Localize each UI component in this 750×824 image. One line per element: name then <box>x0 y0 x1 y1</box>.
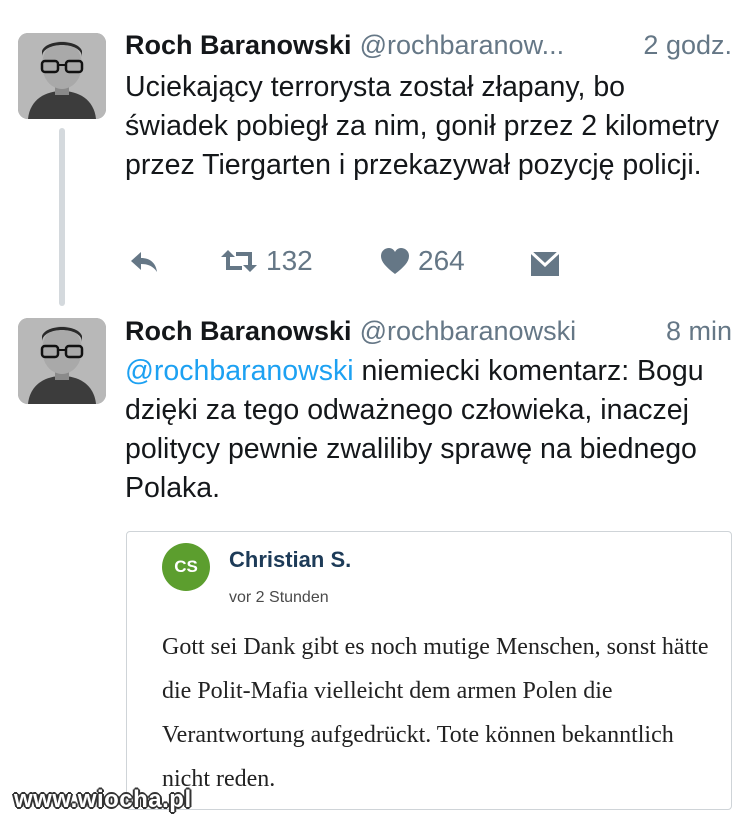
author-handle[interactable]: @rochbaranowski <box>360 316 577 346</box>
commenter-name: Christian S. <box>229 547 352 572</box>
tweet-2[interactable]: Roch Baranowski @rochbaranowski 8 min @ro… <box>0 0 750 824</box>
comment-text: Gott sei Dank gibt es noch mutige Mensch… <box>162 634 709 792</box>
tweet-header: Roch Baranowski @rochbaranowski 8 min <box>125 313 732 349</box>
author-name[interactable]: Roch Baranowski <box>125 316 352 346</box>
tweet-text: @rochbaranowski niemiecki komentarz: Bog… <box>125 352 735 508</box>
quoted-comment-card[interactable]: CS Christian S. vor 2 Stunden Gott sei D… <box>126 531 732 810</box>
tweet-time[interactable]: 8 min <box>666 313 732 349</box>
comment-time: vor 2 Stunden <box>229 589 329 606</box>
mention-link[interactable]: @rochbaranowski <box>125 355 354 387</box>
avatar-photo <box>18 318 106 404</box>
avatar[interactable] <box>18 318 106 404</box>
commenter-avatar: CS <box>162 543 210 591</box>
site-watermark: www.wiocha.pl <box>14 786 192 813</box>
